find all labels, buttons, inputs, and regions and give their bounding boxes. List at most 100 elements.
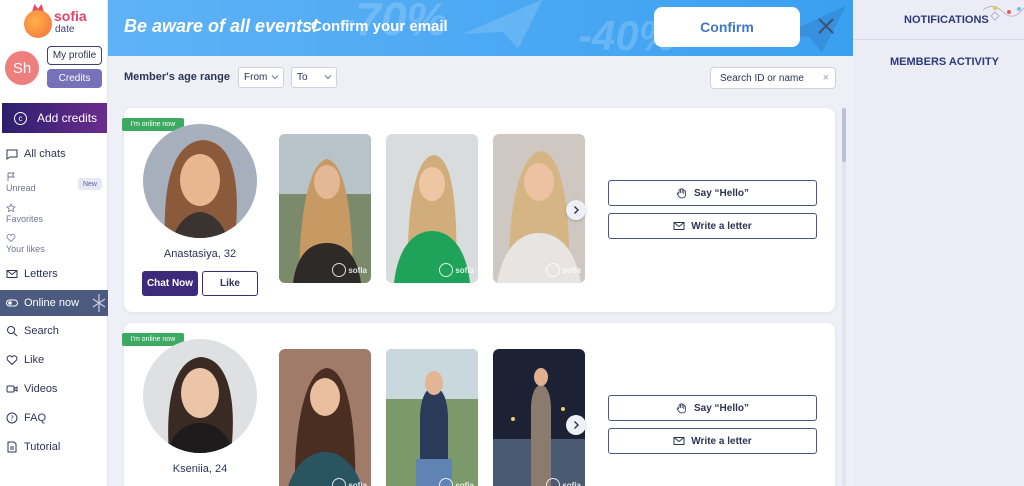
- banner-headline: Be aware of all events!: [124, 16, 319, 36]
- sidebar-item-favorites[interactable]: Favorites: [6, 203, 43, 224]
- credit-coin-icon: c: [14, 111, 27, 125]
- watermark: sofia: [546, 263, 581, 277]
- sidebar-item-videos[interactable]: Videos: [0, 377, 108, 401]
- sidebar-item-label: Tutorial: [24, 441, 61, 453]
- new-badge: New: [78, 178, 102, 190]
- sidebar-item-label: Unread: [6, 183, 36, 193]
- confirm-email-button[interactable]: Confirm: [654, 7, 800, 47]
- brand-logo[interactable]: sofia date: [22, 4, 92, 40]
- gallery-photo[interactable]: sofia: [279, 134, 371, 283]
- gallery-photo[interactable]: sofia: [279, 349, 371, 486]
- svg-text:?: ?: [10, 415, 14, 423]
- my-profile-button[interactable]: My profile: [47, 46, 102, 65]
- say-hello-label: Say “Hello”: [693, 187, 750, 199]
- sidebar-item-label: Videos: [24, 383, 58, 395]
- envelope-icon: [673, 437, 685, 445]
- age-from-value: From: [244, 72, 268, 83]
- chevron-right-icon: [574, 421, 579, 429]
- sidebar-item-label: All chats: [24, 148, 66, 160]
- credits-button[interactable]: Credits: [47, 69, 102, 88]
- right-panel: NOTIFICATIONS MEMBERS ACTIVITY: [853, 0, 1024, 486]
- gallery-next-button[interactable]: [566, 415, 586, 435]
- flag-icon: [7, 172, 15, 181]
- sidebar-item-label: Online now: [24, 297, 80, 309]
- say-hello-button[interactable]: Say “Hello”: [608, 180, 817, 206]
- heart-icon: [6, 234, 16, 243]
- add-credits-label: Add credits: [37, 111, 98, 125]
- sidebar-item-tutorial[interactable]: Tutorial: [0, 435, 108, 459]
- scrollbar-thumb[interactable]: [842, 108, 846, 162]
- age-from-select[interactable]: From: [238, 67, 284, 88]
- envelope-icon: [673, 222, 685, 230]
- avatar[interactable]: Sh: [5, 51, 39, 85]
- profile-card: I'm online now Kseniia, 24 sofia sofia s…: [122, 323, 835, 486]
- sidebar-item-label: Letters: [24, 268, 58, 280]
- sidebar-item-label: Your likes: [6, 244, 45, 254]
- watermark: sofia: [332, 263, 367, 277]
- tab-members-activity[interactable]: MEMBERS ACTIVITY: [853, 56, 1024, 68]
- chevron-down-icon: [271, 75, 279, 80]
- sidebar-item-label: Search: [24, 325, 59, 337]
- sidebar-item-unread[interactable]: Unread: [6, 172, 36, 193]
- watermark: sofia: [332, 478, 367, 486]
- gallery-next-button[interactable]: [566, 200, 586, 220]
- like-icon: [6, 355, 18, 366]
- like-button[interactable]: Like: [202, 271, 258, 296]
- search-icon: [7, 326, 18, 337]
- banner-subtext: Confirm your email: [311, 18, 448, 35]
- paper-plane-icon: [463, 0, 543, 49]
- write-letter-label: Write a letter: [691, 220, 752, 232]
- write-letter-label: Write a letter: [691, 435, 752, 447]
- chat-icon: [6, 149, 18, 160]
- profile-name: Anastasiya, 32: [163, 248, 237, 260]
- watermark: sofia: [439, 263, 474, 277]
- profile-photo[interactable]: [143, 339, 257, 453]
- sidebar-item-all-chats[interactable]: All chats: [0, 142, 108, 166]
- write-letter-button[interactable]: Write a letter: [608, 428, 817, 454]
- sidebar-item-faq[interactable]: ? FAQ: [0, 406, 108, 430]
- sidebar-item-like[interactable]: Like: [0, 348, 108, 372]
- write-letter-button[interactable]: Write a letter: [608, 213, 817, 239]
- search-placeholder: Search ID or name: [720, 72, 804, 84]
- sidebar-item-label: Favorites: [6, 214, 44, 224]
- heart-logo-icon: [24, 10, 52, 38]
- star-icon: [6, 203, 16, 213]
- watermark: sofia: [546, 478, 581, 486]
- profile-photo[interactable]: [143, 124, 257, 238]
- sidebar-item-online-now[interactable]: Online now: [0, 290, 108, 316]
- clear-icon[interactable]: ×: [823, 72, 829, 84]
- close-icon[interactable]: [814, 14, 838, 38]
- search-input[interactable]: Search ID or name ×: [710, 67, 836, 89]
- sidebar-item-label: Like: [24, 354, 45, 366]
- toggle-icon: [6, 299, 18, 307]
- document-icon: [7, 441, 17, 453]
- profile-name: Kseniia, 24: [172, 463, 228, 475]
- gallery-photo[interactable]: sofia: [386, 349, 478, 486]
- sidebar-item-search[interactable]: Search: [0, 319, 108, 343]
- say-hello-button[interactable]: Say “Hello”: [608, 395, 817, 421]
- sidebar-item-letters[interactable]: Letters: [0, 262, 108, 286]
- say-hello-label: Say “Hello”: [693, 402, 750, 414]
- help-icon: ?: [6, 412, 18, 424]
- age-range-label: Member's age range: [124, 71, 230, 83]
- chevron-right-icon: [574, 206, 579, 214]
- scrollbar-track[interactable]: [842, 108, 846, 486]
- watermark: sofia: [439, 478, 474, 486]
- add-credits-button[interactable]: c Add credits: [2, 103, 107, 133]
- sidebar: sofia date Sh My profile Credits c Add c…: [0, 0, 108, 486]
- snowflake-icon: [92, 294, 106, 312]
- envelope-icon: [6, 270, 18, 278]
- chevron-down-icon: [324, 75, 332, 80]
- gallery-photo[interactable]: sofia: [386, 134, 478, 283]
- age-to-value: To: [297, 72, 308, 83]
- brand-name: sofia: [54, 8, 87, 24]
- email-confirm-banner: -70% -40% Be aware of all events! Confir…: [108, 0, 853, 56]
- sidebar-item-your-likes[interactable]: Your likes: [6, 233, 45, 254]
- wave-hand-icon: [676, 403, 686, 414]
- sidebar-item-label: FAQ: [24, 412, 47, 424]
- video-icon: [6, 385, 18, 393]
- wave-hand-icon: [676, 188, 686, 199]
- age-to-select[interactable]: To: [291, 67, 337, 88]
- chat-now-button[interactable]: Chat Now: [142, 271, 198, 296]
- brand-sub: date: [55, 24, 75, 35]
